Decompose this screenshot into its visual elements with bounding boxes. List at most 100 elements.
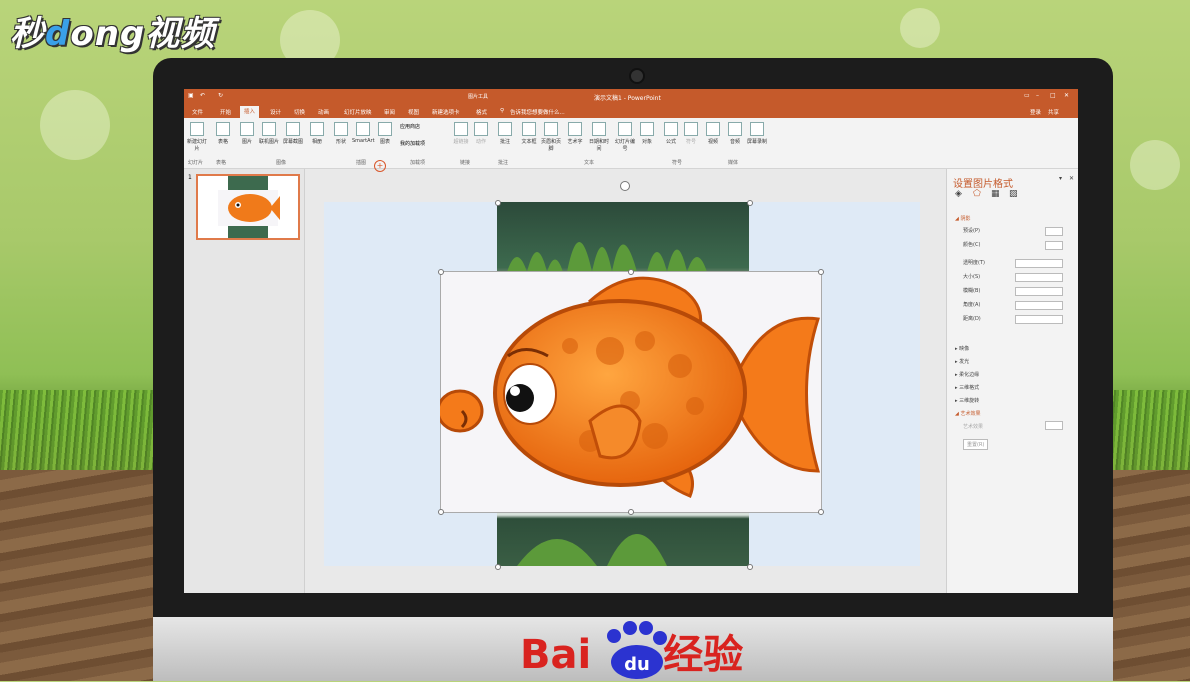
wordart-button[interactable]: 艺术字 [564,122,586,145]
color-dropdown[interactable] [1045,241,1063,250]
section-3d-format[interactable]: ▸ 三维格式 [955,384,979,391]
resize-handle[interactable] [495,564,501,570]
header-footer-button[interactable]: 页眉和页脚 [540,122,562,152]
tab-home[interactable]: 开始 [220,108,231,116]
size-properties-icon[interactable]: ▦ [991,189,1000,199]
tab-design[interactable]: 设计 [270,108,281,116]
tab-view[interactable]: 视图 [408,108,419,116]
action-button[interactable]: 动作 [470,122,492,145]
chart-button[interactable]: 图表 [374,122,396,145]
resize-handle[interactable] [747,200,753,206]
date-time-button[interactable]: 日期和时间 [588,122,610,152]
screen-record-button[interactable]: 屏幕录制 [746,122,768,145]
resize-handle[interactable] [818,269,824,275]
symbol-button[interactable]: 符号 [680,122,702,145]
tab-new[interactable]: 新建选项卡 [432,108,460,116]
artistic-effects-dropdown[interactable] [1045,421,1063,430]
resize-handle[interactable] [628,509,634,515]
comment-button[interactable]: 批注 [494,122,516,145]
section-3d-rotation[interactable]: ▸ 三维旋转 [955,397,979,404]
effects-icon[interactable]: ⬠ [973,189,981,199]
picture-button[interactable]: 图片 [236,122,258,145]
resize-handle[interactable] [438,269,444,275]
search-icon[interactable]: ⚲ [500,108,504,114]
section-soft-edges[interactable]: ▸ 柔化边缘 [955,371,979,378]
slide-thumbnail[interactable] [196,174,300,240]
bokeh-light [900,8,940,48]
group-tables: 表格 [216,160,227,166]
goldfish-image[interactable] [436,271,820,511]
resize-handle[interactable] [818,509,824,515]
minimize-icon[interactable]: – [1036,92,1039,99]
tell-me-input[interactable]: 告诉我您想要做什么... [510,108,565,116]
reset-button[interactable]: 重置(R) [963,439,989,450]
fill-line-icon[interactable]: ◈ [955,189,962,199]
preset-label: 预设(P) [963,228,980,234]
audio-button[interactable]: 音频 [724,122,746,145]
pane-options-icon[interactable]: ▾ [1059,175,1062,182]
ribbon: 新建幻灯片 表格 图片 联机图片 屏幕截图 相册 形状 SmartArt 图表 … [184,118,1078,172]
group-images: 图像 [276,160,287,166]
group-illustrations: 插图 [356,160,367,166]
picture-icon[interactable]: ▨ [1009,189,1018,199]
slide-number: 1 [188,174,192,181]
resize-handle[interactable] [628,269,634,275]
save-icon[interactable]: ▣ [188,92,194,99]
textbox-button[interactable]: 文本框 [518,122,540,145]
preset-dropdown[interactable] [1045,227,1063,236]
screenshot-button[interactable]: 屏幕截图 [282,122,304,145]
album-button[interactable]: 相册 [306,122,328,145]
share-button[interactable]: 共享 [1048,108,1059,116]
hyperlink-button[interactable]: 超链接 [450,122,472,145]
add-cursor-icon: + [374,160,386,172]
object-button[interactable]: 对象 [636,122,658,145]
table-button[interactable]: 表格 [212,122,234,145]
redo-icon[interactable]: ↻ [218,92,223,99]
tab-insert[interactable]: 插入 [240,106,260,118]
distance-input[interactable] [1015,315,1063,324]
smartart-button[interactable]: SmartArt [352,122,375,144]
close-icon[interactable]: ✕ [1064,92,1069,99]
equation-button[interactable]: 公式 [660,122,682,145]
pane-close-icon[interactable]: ✕ [1069,175,1074,182]
group-media: 媒体 [728,160,739,166]
tab-file[interactable]: 文件 [192,108,203,116]
tab-format[interactable]: 格式 [476,108,487,116]
thumbnail-fish-icon [218,176,280,238]
angle-input[interactable] [1015,301,1063,310]
section-reflection[interactable]: ▸ 映像 [955,345,969,352]
shapes-button[interactable]: 形状 [330,122,352,145]
resize-handle[interactable] [438,509,444,515]
section-artistic-effects[interactable]: ◢ 艺术效果 [955,410,980,417]
blur-label: 模糊(B) [963,288,981,294]
angle-label: 角度(A) [963,302,981,308]
tab-slideshow[interactable]: 幻灯片放映 [344,108,372,116]
size-input[interactable] [1015,273,1063,282]
blur-input[interactable] [1015,287,1063,296]
maximize-icon[interactable]: □ [1050,92,1056,99]
resize-handle[interactable] [495,200,501,206]
tab-animations[interactable]: 动画 [318,108,329,116]
tab-review[interactable]: 审阅 [384,108,395,116]
webcam-icon [629,68,645,84]
goldfish-icon [436,276,820,498]
transparency-input[interactable] [1015,259,1063,268]
resize-handle[interactable] [747,564,753,570]
bokeh-light [1130,140,1180,190]
undo-icon[interactable]: ↶ [200,92,205,99]
online-picture-button[interactable]: 联机图片 [258,122,280,145]
section-glow[interactable]: ▸ 发光 [955,358,969,365]
new-slide-button[interactable]: 新建幻灯片 [186,122,208,152]
color-label: 颜色(C) [963,242,981,248]
du-text: du [624,654,650,675]
video-button[interactable]: 视频 [702,122,724,145]
slide-number-button[interactable]: 幻灯片编号 [614,122,636,152]
store-button[interactable]: 应用商店 [400,123,420,130]
tab-transitions[interactable]: 切换 [294,108,305,116]
section-shadow[interactable]: ◢ 阴影 [955,215,970,222]
rotate-handle[interactable] [620,181,630,191]
group-addins: 加载项 [410,160,426,166]
my-addins-button[interactable]: 我的加载项 [400,140,425,147]
ribbon-options-icon[interactable]: ▭ [1024,92,1030,99]
login-link[interactable]: 登录 [1030,108,1041,116]
